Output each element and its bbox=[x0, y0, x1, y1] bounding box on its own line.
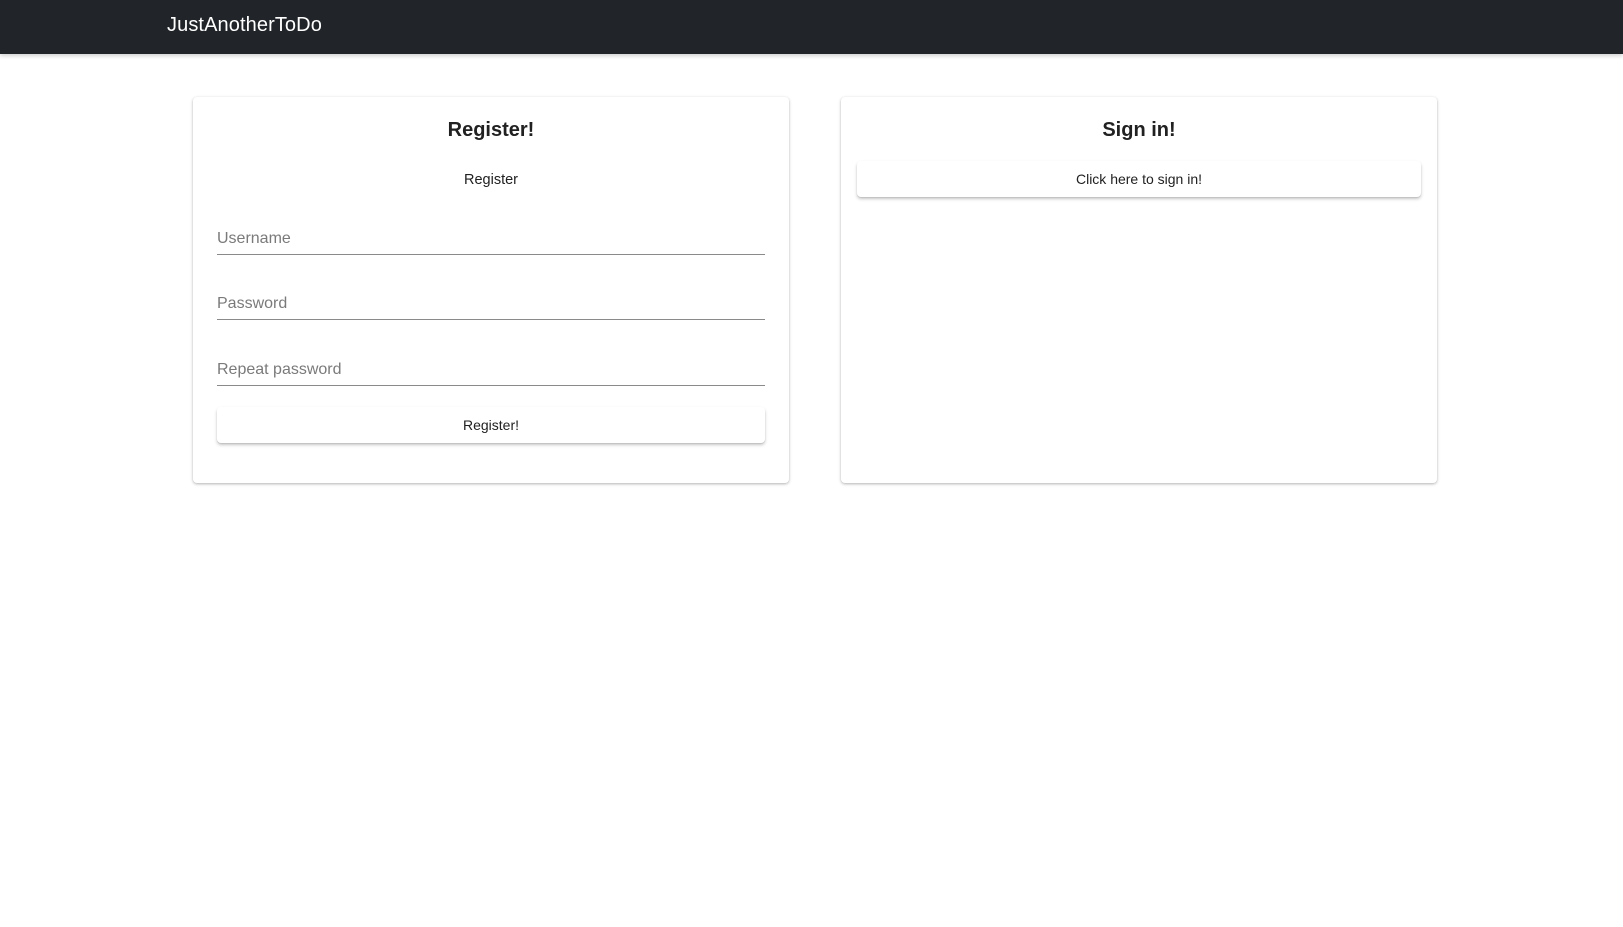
username-field-wrapper bbox=[217, 223, 765, 255]
signin-card: Sign in! Click here to sign in! bbox=[841, 97, 1437, 483]
repeat-password-field-wrapper bbox=[217, 354, 765, 386]
register-card: Register! Register Register! bbox=[193, 97, 789, 483]
register-card-title: Register! bbox=[447, 119, 535, 141]
top-navbar: JustAnotherToDo bbox=[0, 0, 1623, 54]
password-input[interactable] bbox=[217, 288, 765, 319]
username-input[interactable] bbox=[217, 223, 765, 254]
register-card-subtitle: Register bbox=[464, 172, 518, 188]
signin-button[interactable]: Click here to sign in! bbox=[857, 161, 1421, 197]
repeat-password-input[interactable] bbox=[217, 354, 765, 385]
register-button[interactable]: Register! bbox=[217, 407, 765, 443]
signin-card-title: Sign in! bbox=[1102, 119, 1176, 141]
password-field-wrapper bbox=[217, 288, 765, 320]
brand-logo-text[interactable]: JustAnotherToDo bbox=[167, 14, 322, 37]
